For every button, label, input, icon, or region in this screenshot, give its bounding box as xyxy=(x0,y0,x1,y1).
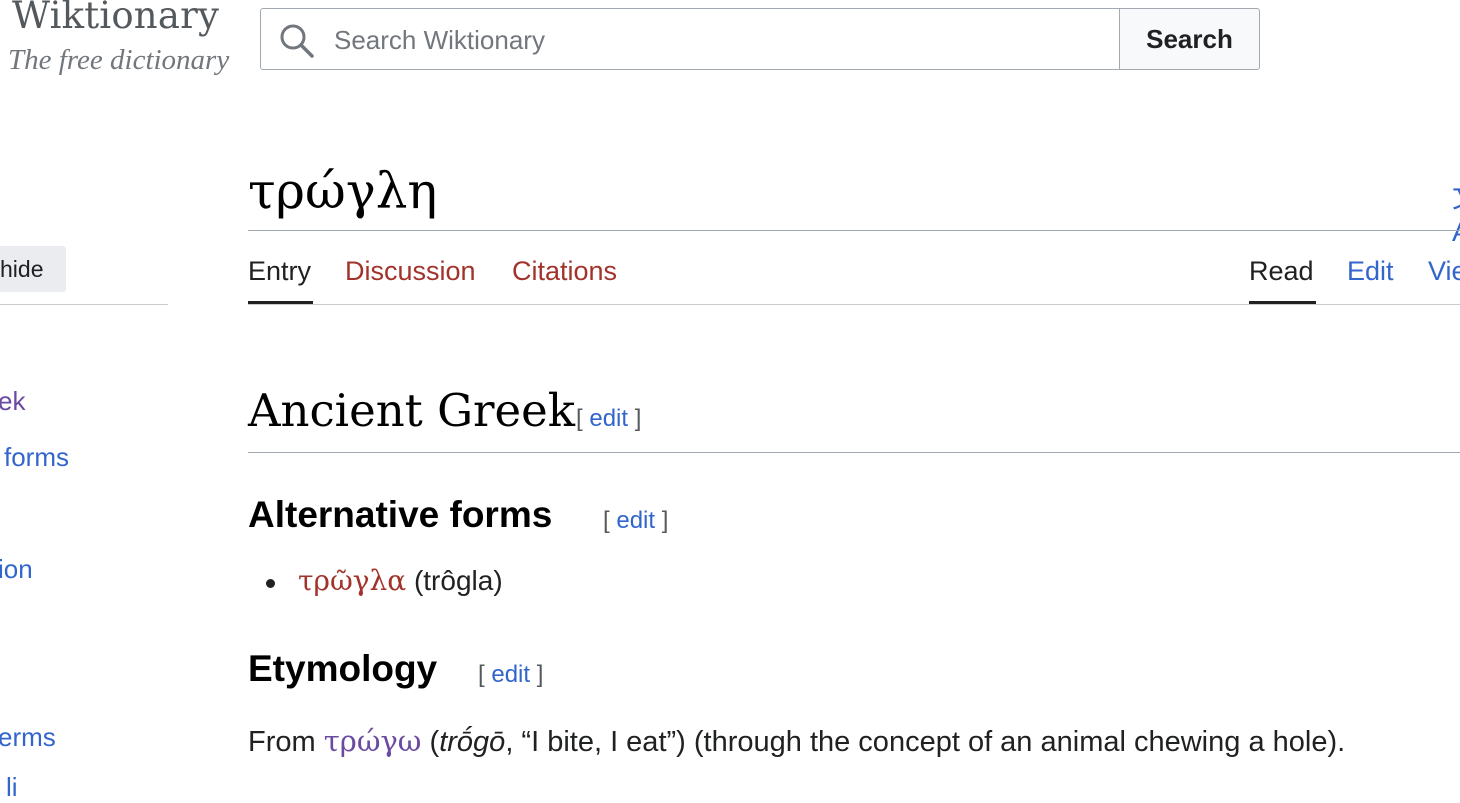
edit-bracket-open: [ xyxy=(478,661,485,688)
toc-item-ancient-greek[interactable]: ek xyxy=(0,386,25,417)
alternative-forms-edit-link[interactable]: edit xyxy=(616,507,655,534)
tab-view-history[interactable]: Vie xyxy=(1428,256,1460,287)
etymology-heading: Etymology xyxy=(248,648,438,689)
language-switcher-icon[interactable]: 文A xyxy=(1452,176,1460,248)
alternative-forms-edit-section: [ edit ] xyxy=(603,507,668,535)
search-button[interactable]: Search xyxy=(1119,8,1260,70)
wiktionary-logo-title[interactable]: Wiktionary xyxy=(12,0,219,37)
edit-bracket-open: [ xyxy=(576,405,583,432)
edit-bracket-close: ] xyxy=(634,405,642,432)
edit-bracket-close: ] xyxy=(661,507,669,534)
alternative-form-item: τρῶγλα (trôgla) xyxy=(298,564,503,597)
etymology-edit-section: [ edit ] xyxy=(478,661,543,689)
tab-citations[interactable]: Citations xyxy=(512,256,617,287)
toc-hide-button[interactable]: hide xyxy=(0,246,66,292)
alternative-form-link[interactable]: τρῶγλα xyxy=(298,564,406,597)
alternative-form-transliteration: (trôgla) xyxy=(413,565,503,596)
language-edit-section: [ edit ] xyxy=(576,405,641,433)
etymology-from: From xyxy=(248,726,316,758)
alternative-forms-heading: Alternative forms xyxy=(248,494,553,535)
toc-item-related-terms[interactable]: erms xyxy=(0,722,56,753)
title-divider xyxy=(248,230,1460,231)
etymology-gloss: , “I bite, I eat”) (through the concept … xyxy=(505,726,1346,758)
page-title: τρώγλη xyxy=(248,162,438,220)
etymology-edit-link[interactable]: edit xyxy=(491,661,530,688)
language-heading: Ancient Greek xyxy=(248,384,576,437)
tab-read[interactable]: Read xyxy=(1249,256,1314,287)
tab-entry[interactable]: Entry xyxy=(248,256,311,287)
toc-divider xyxy=(0,304,168,305)
tabs-divider xyxy=(248,304,1460,305)
language-heading-divider xyxy=(248,452,1460,453)
etymology-paren-open: ( xyxy=(429,726,440,758)
etymology-text: From τρώγω (trṓgō, “I bite, I eat”) (thr… xyxy=(248,724,1345,759)
tab-discussion[interactable]: Discussion xyxy=(345,256,476,287)
language-edit-link[interactable]: edit xyxy=(589,405,628,432)
etymology-source-link[interactable]: τρώγω xyxy=(324,724,422,758)
list-bullet xyxy=(266,579,275,588)
etymology-transliteration: trṓgō xyxy=(439,726,506,758)
search-input[interactable] xyxy=(334,20,1094,60)
search-icon xyxy=(280,24,314,58)
edit-bracket-close: ] xyxy=(536,661,544,688)
wiktionary-logo-tagline: The free dictionary xyxy=(8,44,230,76)
edit-bracket-open: [ xyxy=(603,507,610,534)
toc-item-alternative-forms[interactable]: forms xyxy=(4,442,69,473)
toc-item-pronunciation[interactable]: ion xyxy=(0,554,33,585)
tab-edit[interactable]: Edit xyxy=(1347,256,1394,287)
